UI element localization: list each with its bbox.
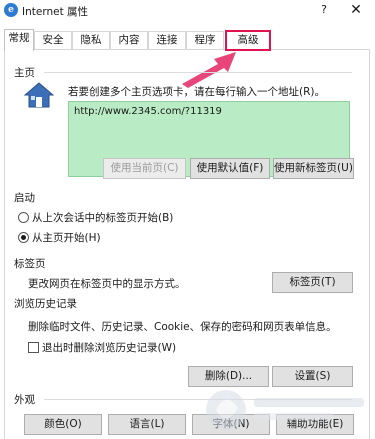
use-current-button[interactable]: 使用当前页(C) xyxy=(103,158,186,179)
window-title: Internet 属性 xyxy=(22,6,89,18)
tabs-settings-button[interactable]: 标签页(T) xyxy=(272,272,353,293)
delete-history-on-exit-label: 退出时删除浏览历史记录(W) xyxy=(42,342,177,354)
colors-button[interactable]: 颜色(O) xyxy=(24,414,102,435)
tab-content[interactable]: 内容 xyxy=(110,31,148,50)
tabs-section-title: 标签页 xyxy=(14,258,46,270)
watermark-logo xyxy=(206,390,364,430)
languages-button[interactable]: 语言(L) xyxy=(108,414,186,435)
homepage-divider xyxy=(44,72,352,73)
tab-privacy[interactable]: 隐私 xyxy=(72,31,110,50)
use-default-button[interactable]: 使用默认值(F) xyxy=(190,158,270,179)
pink-arrow-annotation xyxy=(182,52,236,88)
house-icon xyxy=(24,82,54,108)
tab-advanced[interactable]: 高级 xyxy=(225,30,271,51)
startup-section-title: 启动 xyxy=(14,192,35,204)
use-new-tab-button[interactable]: 使用新标签页(U) xyxy=(273,158,354,179)
tabs-section-description: 更改网页在标签页中的显示方式。 xyxy=(28,278,186,290)
help-button[interactable]: ? xyxy=(316,2,332,18)
startup-homepage-radio[interactable] xyxy=(18,232,29,243)
internet-options-icon: e xyxy=(4,3,18,17)
tab-general[interactable]: 常规 xyxy=(4,29,34,51)
title-bar: e Internet 属性 ? ✕ xyxy=(0,0,375,22)
close-button[interactable]: ✕ xyxy=(346,1,366,19)
tab-security[interactable]: 安全 xyxy=(34,31,72,50)
startup-homepage-label: 从主页开始(H) xyxy=(32,232,101,244)
homepage-section-title: 主页 xyxy=(14,67,35,79)
history-description: 删除临时文件、历史记录、Cookie、保存的密码和网页表单信息。 xyxy=(28,321,337,333)
appearance-section-title: 外观 xyxy=(14,394,35,406)
homepage-instruction: 若要创建多个主页选项卡，请在每行输入一个地址(R)。 xyxy=(68,86,325,98)
startup-last-session-label: 从上次会话中的标签页开始(B) xyxy=(32,212,174,224)
homepage-url-value: http://www.2345.com/?11319 xyxy=(74,106,222,117)
startup-last-session-radio[interactable] xyxy=(18,212,29,223)
history-section-title: 浏览历史记录 xyxy=(14,298,77,310)
delete-history-on-exit-checkbox[interactable] xyxy=(28,342,39,353)
